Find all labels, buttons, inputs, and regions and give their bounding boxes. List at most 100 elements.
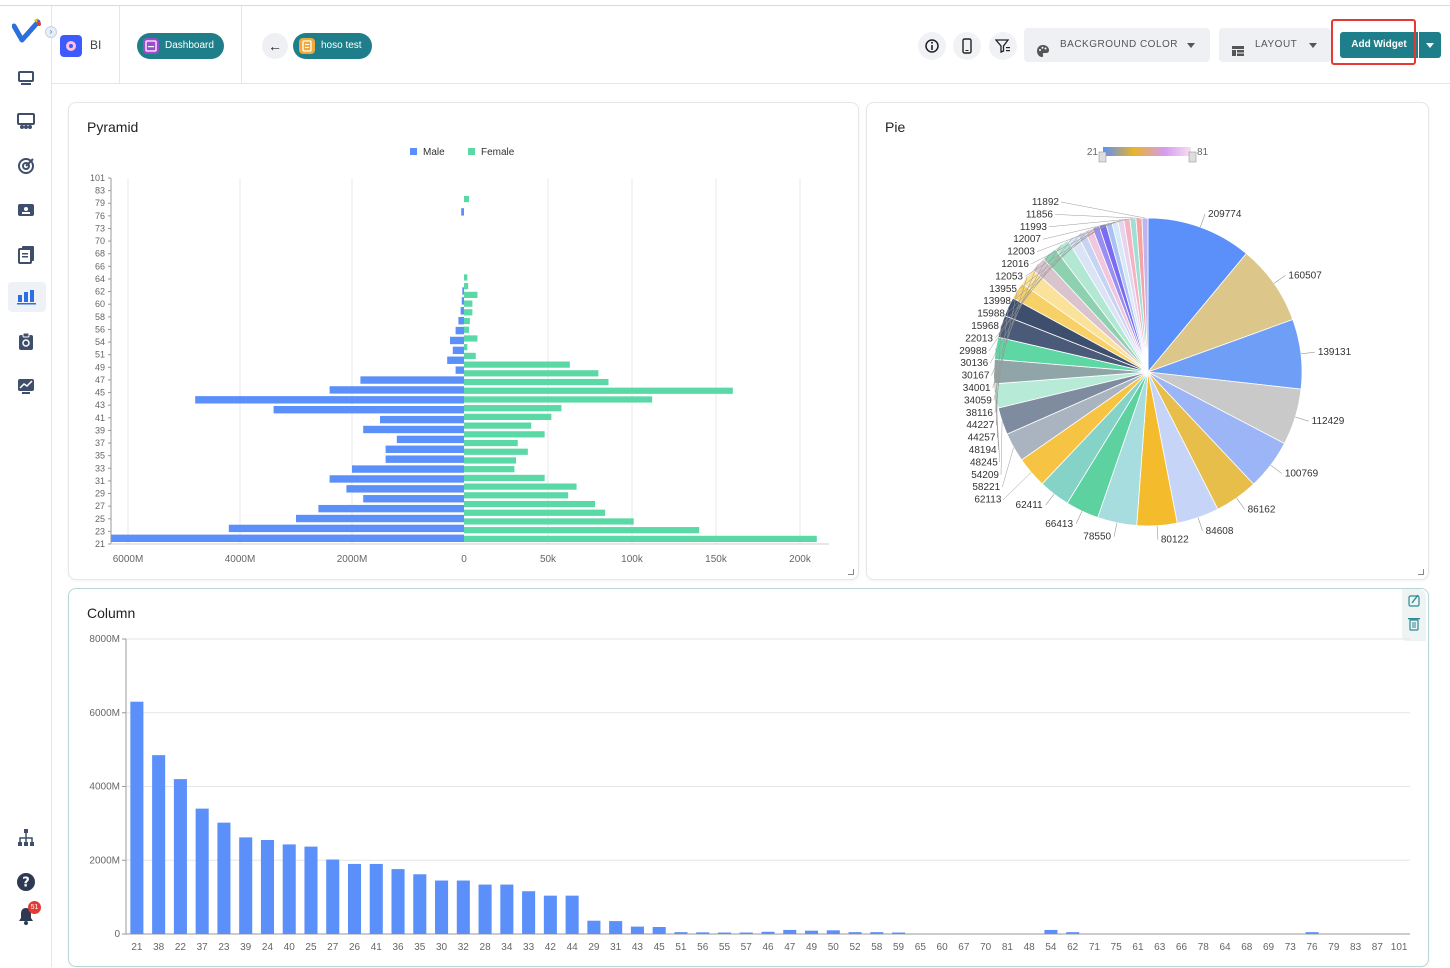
bar-female [464, 431, 545, 438]
bar-male [346, 485, 464, 493]
filter-icon[interactable] [989, 32, 1017, 60]
x-tick-label: 23 [218, 942, 230, 953]
label-leader [1000, 421, 1003, 475]
bar-female [464, 527, 700, 534]
bar-female [464, 492, 569, 499]
dashboard-breadcrumb-label: Dashboard [165, 40, 214, 51]
monitor-icon[interactable] [16, 68, 36, 88]
report-breadcrumb[interactable]: hoso test [293, 33, 372, 59]
bar-female [464, 326, 470, 333]
x-tick-label: 55 [719, 942, 731, 953]
slice-label: 62113 [974, 495, 1002, 506]
x-tick-label: 2000M [337, 554, 368, 565]
y-tick-label: 4000M [89, 782, 120, 793]
mobile-view-icon[interactable] [953, 32, 981, 60]
label-leader [1197, 517, 1203, 531]
bar-female [464, 413, 552, 420]
pie-widget[interactable]: Pie 21 81 209774 160507 139131 112429 100769 86… [866, 102, 1429, 580]
layout-dropdown[interactable]: LAYOUT [1219, 28, 1331, 62]
pyramid-widget[interactable]: Pyramid Male Female 101 83 79 76 73 70 68 66 64 6… [68, 102, 859, 580]
y-tick-label: 83 [95, 186, 105, 196]
documents-icon[interactable] [16, 244, 36, 264]
target-icon[interactable] [16, 156, 36, 176]
resize-handle[interactable] [848, 569, 854, 575]
slice-label: 58221 [972, 482, 1000, 493]
bar-chart-icon[interactable] [8, 282, 46, 312]
slice-label: 66413 [1045, 519, 1073, 530]
x-tick-label: 101 [1391, 942, 1408, 953]
bar-female [464, 317, 470, 325]
x-tick-label: 67 [958, 942, 970, 953]
range-slider-handle [1188, 151, 1197, 163]
range-slider-track [1103, 147, 1191, 156]
x-tick-label: 27 [327, 942, 339, 953]
help-icon[interactable]: ? [16, 872, 36, 892]
x-tick-label: 83 [1350, 942, 1362, 953]
column-bar [478, 884, 492, 934]
bar-male [296, 514, 464, 523]
y-tick-label: 58 [95, 312, 105, 322]
bar-female [464, 500, 596, 508]
app-logo[interactable] [12, 18, 42, 44]
bar-female [464, 370, 599, 377]
slice-label: 48194 [969, 445, 997, 456]
dashboard-breadcrumb[interactable]: Dashboard [137, 33, 224, 59]
column-bar [565, 895, 579, 934]
column-bar [543, 895, 557, 934]
add-widget-menu-button[interactable] [1419, 32, 1441, 58]
label-leader [1270, 464, 1283, 474]
back-arrow-icon[interactable]: ← [262, 33, 288, 59]
label-leader [1295, 416, 1309, 422]
x-tick-label: 4000M [225, 554, 256, 565]
x-tick-label: 50 [828, 942, 840, 953]
x-tick-label: 73 [1285, 942, 1297, 953]
column-widget[interactable]: Column 0 2000M 4000M 6000M 8000M 21 38 22 37 23 39… [68, 588, 1429, 967]
bar-male [455, 326, 464, 335]
x-tick-label: 71 [1089, 942, 1101, 953]
x-tick-label: 81 [1002, 942, 1014, 953]
slice-label: 84608 [1206, 526, 1234, 537]
y-tick-label: 39 [95, 425, 105, 435]
y-tick-label: 25 [95, 514, 105, 524]
background-color-dropdown[interactable]: BACKGROUND COLOR [1024, 28, 1210, 62]
left-sidebar: › ? 51 [0, 6, 57, 967]
divider [119, 6, 120, 84]
highlight-annotation [1331, 19, 1416, 65]
x-tick-label: 40 [284, 942, 296, 953]
bar-female [464, 335, 478, 342]
x-tick-label: 24 [262, 942, 274, 953]
column-bar [217, 822, 231, 934]
y-tick-label: 79 [95, 198, 105, 208]
column-bar [173, 779, 187, 934]
slice-label: 80122 [1161, 535, 1189, 546]
column-bar [347, 863, 362, 934]
column-bar [260, 839, 274, 934]
bar-male [329, 386, 464, 394]
bar-female [464, 518, 634, 525]
people-icon[interactable] [16, 112, 36, 132]
info-icon[interactable] [918, 32, 946, 60]
slice-label: 160507 [1288, 270, 1322, 281]
resize-handle[interactable] [1418, 569, 1424, 575]
slice-label: 22013 [965, 333, 993, 344]
column-bar [500, 884, 514, 934]
x-tick-label: 65 [915, 942, 927, 953]
line-chart-icon[interactable] [16, 376, 36, 396]
x-tick-label: 41 [371, 942, 383, 953]
y-tick-label: 101 [90, 173, 105, 183]
sidebar-expand-icon[interactable]: › [45, 26, 57, 38]
x-tick-label: 33 [523, 942, 535, 953]
y-tick-label: 41 [95, 413, 105, 423]
column-bar [391, 869, 405, 934]
y-tick-label: 29 [95, 489, 105, 499]
clipboard-icon[interactable] [16, 332, 36, 352]
column-bar [239, 837, 253, 934]
label-leader [1156, 525, 1159, 540]
slice-label: 30136 [960, 358, 988, 369]
column-bar [804, 930, 819, 934]
org-chart-icon[interactable] [16, 828, 36, 848]
column-bar [130, 701, 144, 934]
bi-app-icon[interactable] [60, 35, 82, 57]
x-tick-label: 57 [741, 942, 753, 953]
id-card-icon[interactable] [16, 200, 36, 220]
